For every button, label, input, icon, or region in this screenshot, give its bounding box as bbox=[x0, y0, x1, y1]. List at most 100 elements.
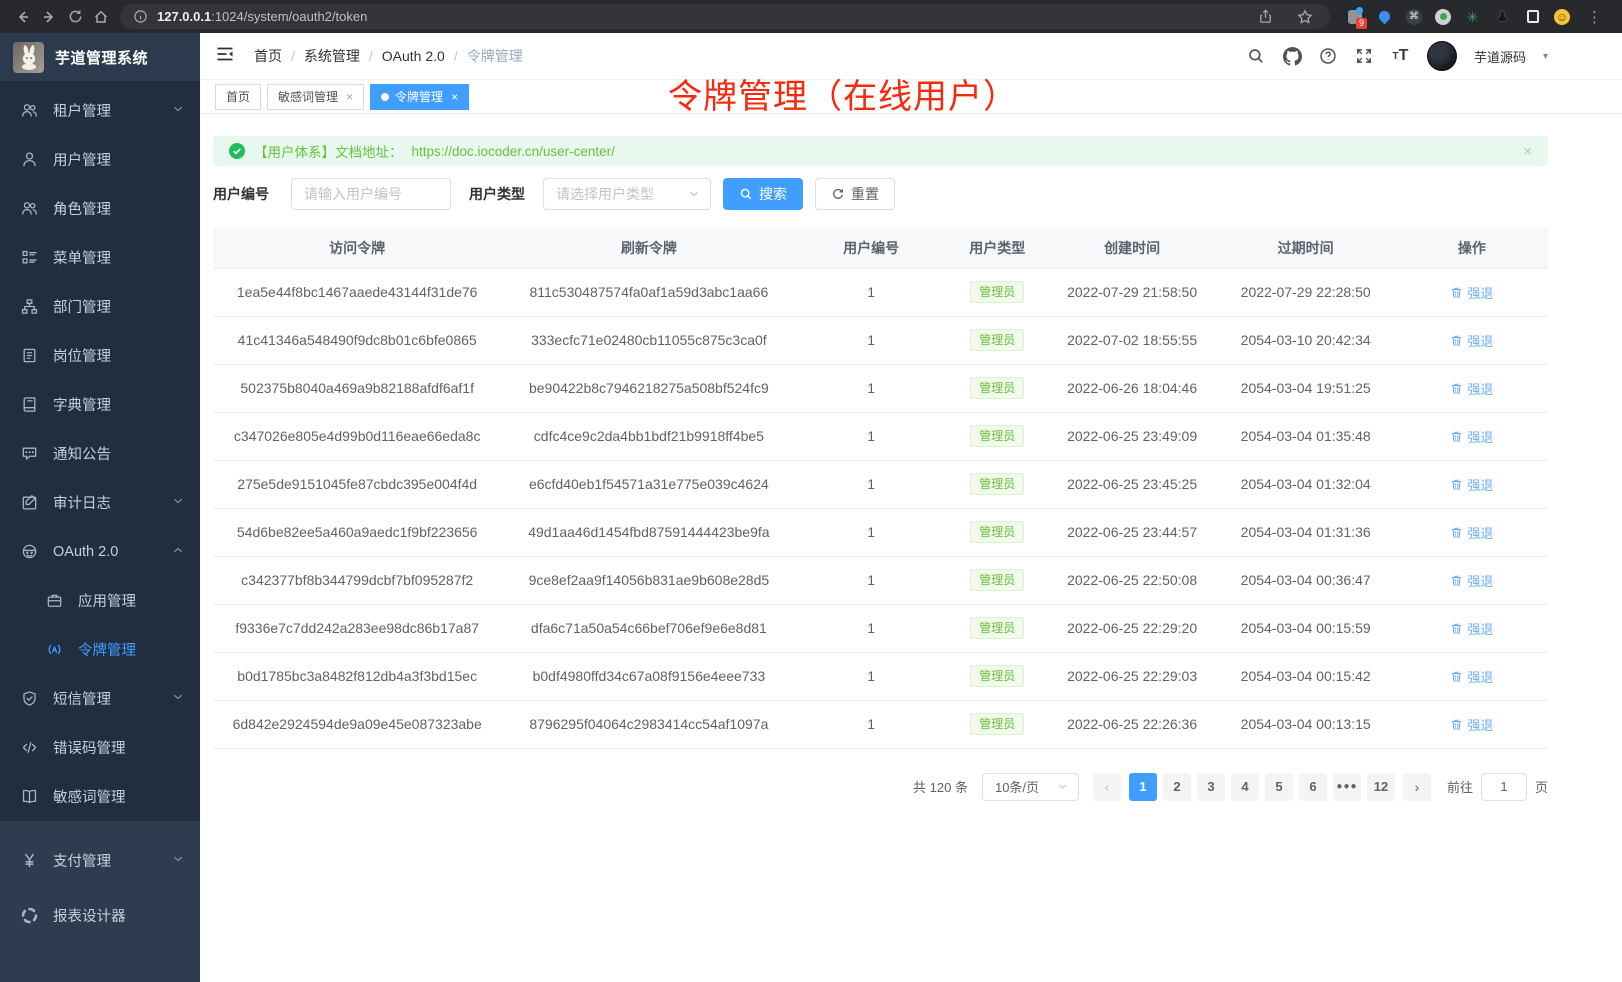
breadcrumb-separator: / bbox=[369, 48, 373, 64]
sidebar-collapse-icon[interactable] bbox=[215, 44, 237, 69]
extension-icon[interactable] bbox=[1435, 9, 1451, 25]
sidebar-item-label: 敏感词管理 bbox=[53, 786, 184, 807]
page-5-button[interactable]: 5 bbox=[1265, 773, 1293, 801]
chevron-down-icon[interactable]: ▾ bbox=[1543, 51, 1548, 62]
page-2-button[interactable]: 2 bbox=[1163, 773, 1191, 801]
sidebar-item[interactable]: 部门管理 bbox=[0, 282, 200, 331]
cell-user-type: 管理员 bbox=[946, 268, 1049, 316]
search-icon[interactable] bbox=[1247, 47, 1266, 66]
page-6-button[interactable]: 6 bbox=[1299, 773, 1327, 801]
reset-button[interactable]: 重置 bbox=[815, 178, 895, 210]
user-type-tag: 管理员 bbox=[970, 473, 1024, 495]
cell-access-token: c347026e805e4d99b0d116eae66eda8c bbox=[213, 412, 501, 460]
cell-expire-time: 2054-03-04 01:32:04 bbox=[1216, 460, 1396, 508]
force-logout-button[interactable]: 强退 bbox=[1450, 667, 1493, 686]
sidebar-item[interactable]: 短信管理 bbox=[0, 674, 200, 723]
cell-access-token: b0d1785bc3a8482f812db4a3f3bd15ec bbox=[213, 652, 501, 700]
tab-敏感词管理[interactable]: 敏感词管理× bbox=[267, 84, 364, 110]
sidebar-item[interactable]: 令牌管理 bbox=[0, 625, 200, 674]
page-4-button[interactable]: 4 bbox=[1231, 773, 1259, 801]
cell-refresh-token: be90422b8c7946218275a508bf524fc9 bbox=[501, 364, 796, 412]
search-button[interactable]: 搜索 bbox=[723, 178, 803, 210]
user-name[interactable]: 芋道源码 bbox=[1474, 47, 1526, 66]
sidebar-item[interactable]: 报表设计器 bbox=[0, 888, 200, 943]
table-row: c342377bf8b344799dcbf7bf095287f29ce8ef2a… bbox=[213, 556, 1548, 604]
user-id-input[interactable] bbox=[291, 178, 451, 210]
force-logout-button[interactable]: 强退 bbox=[1450, 379, 1493, 398]
browser-menu-icon[interactable]: ⋮ bbox=[1583, 8, 1606, 26]
sidebar-item[interactable]: 岗位管理 bbox=[0, 331, 200, 380]
sidebar-item[interactable]: OAuth 2.0 bbox=[0, 527, 200, 576]
sidebar-item[interactable]: 通知公告 bbox=[0, 429, 200, 478]
sidebar-item[interactable]: 租户管理 bbox=[0, 86, 200, 135]
token-table: 访问令牌刷新令牌用户编号用户类型创建时间过期时间操作 1ea5e44f8bc14… bbox=[213, 228, 1548, 749]
extension-icon[interactable] bbox=[1524, 8, 1541, 25]
tab-令牌管理[interactable]: 令牌管理× bbox=[370, 84, 469, 110]
browser-reload-button[interactable] bbox=[62, 4, 88, 30]
breadcrumb-item[interactable]: 首页 bbox=[254, 46, 282, 66]
cell-user-id: 1 bbox=[796, 700, 946, 748]
sidebar-item[interactable]: 字典管理 bbox=[0, 380, 200, 429]
cell-actions: 强退 bbox=[1396, 556, 1548, 604]
site-info-icon[interactable] bbox=[132, 4, 148, 30]
sidebar-item[interactable]: 用户管理 bbox=[0, 135, 200, 184]
breadcrumb-item[interactable]: 系统管理 bbox=[304, 46, 360, 66]
fullscreen-icon[interactable] bbox=[1355, 47, 1374, 66]
user-type-select[interactable]: 请选择用户类型 bbox=[543, 178, 711, 210]
user-avatar[interactable] bbox=[1427, 41, 1457, 71]
force-logout-label: 强退 bbox=[1467, 667, 1493, 686]
sidebar-item[interactable]: 菜单管理 bbox=[0, 233, 200, 282]
goto-page-input[interactable] bbox=[1481, 773, 1527, 801]
force-logout-button[interactable]: 强退 bbox=[1450, 523, 1493, 542]
extension-icon[interactable]: ✳ bbox=[1464, 8, 1481, 25]
force-logout-label: 强退 bbox=[1467, 283, 1493, 302]
sidebar-item[interactable]: 审计日志 bbox=[0, 478, 200, 527]
browser-home-button[interactable] bbox=[88, 4, 114, 30]
page-ellipsis[interactable]: ●●● bbox=[1333, 773, 1361, 801]
extension-icon[interactable]: 9 bbox=[1346, 8, 1363, 25]
force-logout-button[interactable]: 强退 bbox=[1450, 331, 1493, 350]
browser-forward-button[interactable] bbox=[36, 4, 62, 30]
force-logout-button[interactable]: 强退 bbox=[1450, 475, 1493, 494]
pagination-total: 共 120 条 bbox=[913, 777, 968, 796]
sidebar-item[interactable]: 支付管理 bbox=[0, 833, 200, 888]
page-12-button[interactable]: 12 bbox=[1367, 773, 1395, 801]
sidebar-item[interactable]: 错误码管理 bbox=[0, 723, 200, 772]
browser-back-button[interactable] bbox=[10, 4, 36, 30]
page-3-button[interactable]: 3 bbox=[1197, 773, 1225, 801]
address-bar[interactable]: 127.0.0.1:1024/system/oauth2/token bbox=[120, 4, 1330, 29]
force-logout-button[interactable]: 强退 bbox=[1450, 427, 1493, 446]
sidebar-item[interactable]: 应用管理 bbox=[0, 576, 200, 625]
page-1-button[interactable]: 1 bbox=[1129, 773, 1157, 801]
doc-link[interactable]: https://doc.iocoder.cn/user-center/ bbox=[412, 144, 615, 159]
share-icon[interactable] bbox=[1252, 4, 1278, 30]
cell-expire-time: 2054-03-04 01:35:48 bbox=[1216, 412, 1396, 460]
next-page-button[interactable]: › bbox=[1403, 773, 1431, 801]
font-size-icon[interactable]: TT bbox=[1391, 47, 1410, 66]
tab-首页[interactable]: 首页 bbox=[215, 84, 261, 110]
alert-text: 【用户体系】文档地址： bbox=[254, 141, 403, 161]
force-logout-button[interactable]: 强退 bbox=[1450, 619, 1493, 638]
tab-close-icon[interactable]: × bbox=[346, 90, 353, 104]
page-size-select[interactable]: 10条/页 bbox=[982, 773, 1079, 801]
extension-icon[interactable]: ♟ bbox=[1494, 8, 1511, 25]
browser-profile-avatar[interactable]: ☺ bbox=[1554, 9, 1570, 25]
app-logo[interactable]: 芋道管理系统 bbox=[0, 33, 200, 81]
force-logout-button[interactable]: 强退 bbox=[1450, 283, 1493, 302]
force-logout-button[interactable]: 强退 bbox=[1450, 715, 1493, 734]
extension-badge: 9 bbox=[1356, 18, 1367, 29]
bookmark-star-icon[interactable] bbox=[1292, 4, 1318, 30]
breadcrumb-separator: / bbox=[454, 48, 458, 64]
help-icon[interactable] bbox=[1319, 47, 1338, 66]
alert-close-icon[interactable]: × bbox=[1523, 143, 1532, 160]
sidebar-item[interactable]: 角色管理 bbox=[0, 184, 200, 233]
prev-page-button[interactable]: ‹ bbox=[1093, 773, 1121, 801]
cell-user-id: 1 bbox=[796, 556, 946, 604]
tab-close-icon[interactable]: × bbox=[451, 90, 458, 104]
force-logout-button[interactable]: 强退 bbox=[1450, 571, 1493, 590]
extension-icon[interactable]: ⌘ bbox=[1406, 9, 1422, 25]
extension-icon[interactable] bbox=[1376, 8, 1393, 25]
breadcrumb-item[interactable]: OAuth 2.0 bbox=[382, 48, 445, 64]
sidebar-item[interactable]: 敏感词管理 bbox=[0, 772, 200, 821]
github-icon[interactable] bbox=[1283, 47, 1302, 66]
